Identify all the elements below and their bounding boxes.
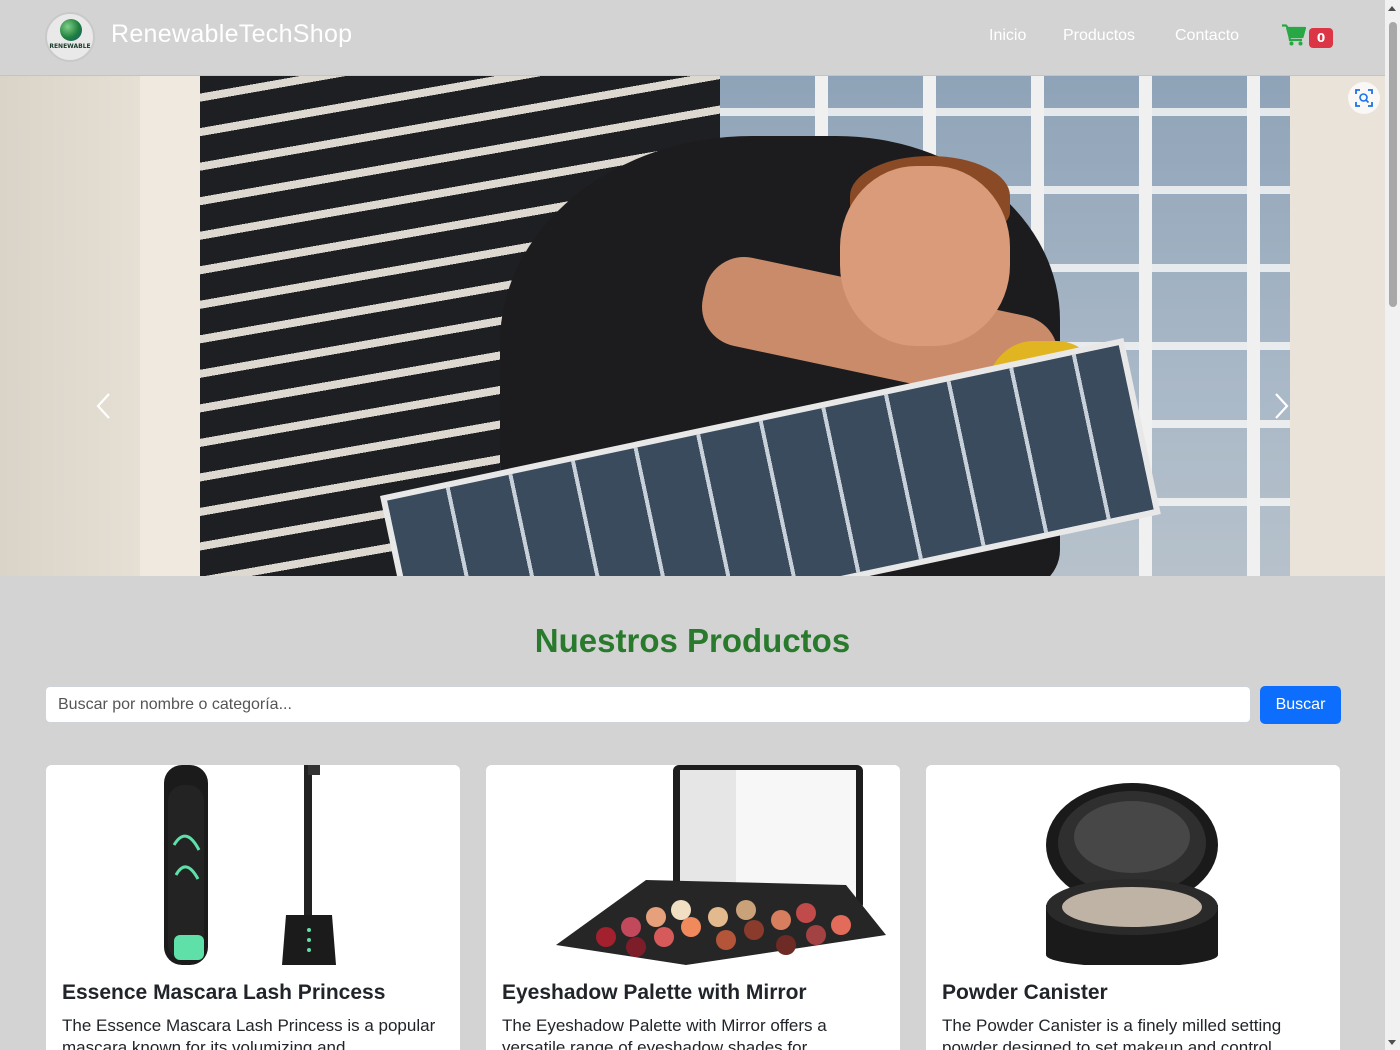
brand-name[interactable]: RenewableTechShop (111, 20, 352, 49)
hero-image-frame (140, 76, 200, 576)
product-image[interactable] (46, 765, 460, 965)
powder-canister-image (1046, 783, 1218, 967)
section-title: Nuestros Productos (534, 622, 851, 659)
product-title: Powder Canister (942, 981, 1108, 1004)
mascara-image (164, 765, 336, 965)
chevron-left-icon (96, 393, 110, 419)
product-image[interactable] (486, 765, 900, 965)
scroll-thumb[interactable] (1389, 22, 1397, 307)
product-image[interactable] (926, 765, 1340, 967)
visual-search-button[interactable] (1348, 82, 1380, 114)
navbar: RENEWABLE RenewableTechShop Inicio Produ… (0, 0, 1385, 76)
hero-image-worker-head (840, 166, 1010, 346)
product-title: Eyeshadow Palette with Mirror (502, 981, 807, 1004)
product-description: The Powder Canister is a finely milled s… (942, 1016, 1282, 1050)
nav-link-contacto[interactable]: Contacto (1175, 27, 1239, 45)
carousel-prev-button[interactable] (90, 386, 120, 426)
search-button[interactable]: Buscar (1260, 686, 1341, 724)
page-scrollbar[interactable] (1385, 0, 1400, 1050)
product-card[interactable]: Eyeshadow Palette with Mirror The Eyesha… (486, 765, 900, 1050)
carousel-next-button[interactable] (1265, 386, 1295, 426)
shopping-cart-icon (1282, 24, 1306, 46)
hero-image-window-frame (1290, 76, 1385, 576)
logo-text: RENEWABLE (49, 43, 91, 50)
scroll-up-arrow[interactable] (1388, 6, 1396, 11)
scroll-down-arrow[interactable] (1388, 1040, 1396, 1045)
product-title: Essence Mascara Lash Princess (62, 981, 386, 1004)
nav-link-inicio[interactable]: Inicio (989, 27, 1026, 45)
nav-link-productos[interactable]: Productos (1063, 27, 1135, 45)
cart-count-badge: 0 (1309, 28, 1333, 48)
product-description: The Eyeshadow Palette with Mirror offers… (502, 1016, 827, 1050)
eyeshadow-palette-image (556, 765, 886, 965)
hero-carousel (0, 76, 1385, 576)
brand-logo[interactable]: RENEWABLE (45, 12, 95, 62)
search-input[interactable] (45, 686, 1251, 723)
visual-search-icon (1355, 89, 1373, 107)
product-description: The Essence Mascara Lash Princess is a p… (62, 1016, 436, 1050)
chevron-right-icon (1275, 393, 1289, 419)
globe-icon (60, 19, 82, 41)
product-card[interactable]: Essence Mascara Lash Princess The Essenc… (46, 765, 460, 1050)
product-card[interactable]: Powder Canister The Powder Canister is a… (926, 765, 1340, 1050)
